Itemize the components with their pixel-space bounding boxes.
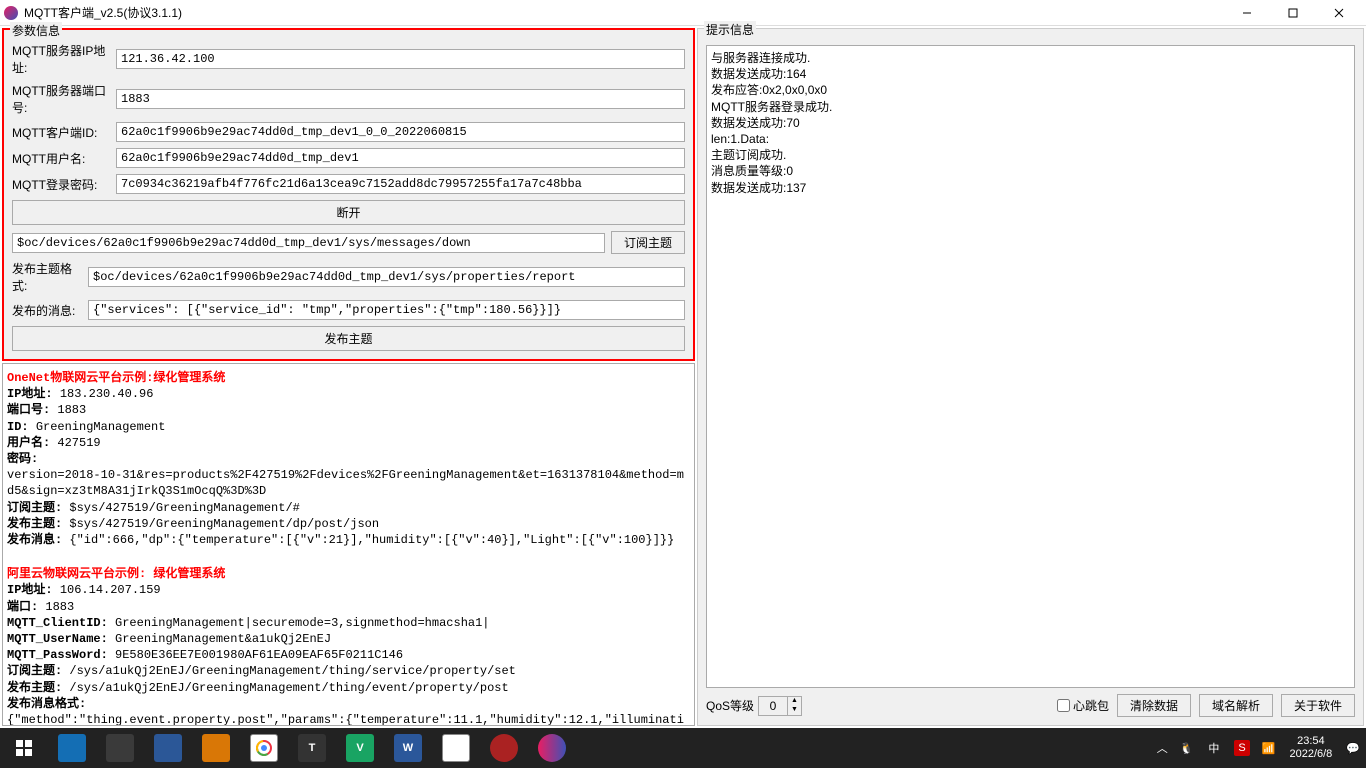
task-icon[interactable] bbox=[144, 728, 192, 768]
task-icon[interactable]: W bbox=[384, 728, 432, 768]
subscribe-button[interactable]: 订阅主题 bbox=[611, 231, 685, 254]
server-ip-input[interactable] bbox=[116, 49, 685, 69]
chevron-down-icon[interactable]: ▼ bbox=[787, 706, 801, 715]
hint-line: 发布应答:0x2,0x0,0x0 bbox=[711, 82, 1350, 98]
disconnect-button[interactable]: 断开 bbox=[12, 200, 685, 225]
examples-log[interactable]: OneNet物联网云平台示例:绿化管理系统 IP地址: 183.230.40.9… bbox=[2, 363, 695, 726]
server-port-label: MQTT服务器端口号: bbox=[12, 82, 110, 116]
minimize-button[interactable] bbox=[1224, 0, 1270, 26]
close-button[interactable] bbox=[1316, 0, 1362, 26]
dns-resolve-button[interactable]: 域名解析 bbox=[1199, 694, 1273, 717]
client-id-label: MQTT客户端ID: bbox=[12, 124, 110, 141]
task-icon[interactable] bbox=[432, 728, 480, 768]
hint-log[interactable]: 与服务器连接成功.数据发送成功:164发布应答:0x2,0x0,0x0MQTT服… bbox=[706, 45, 1355, 688]
hint-line: len:1.Data: bbox=[711, 131, 1350, 147]
publish-msg-label: 发布的消息: bbox=[12, 302, 82, 319]
tray-network-icon[interactable]: 📶 bbox=[1256, 728, 1282, 768]
tray-clock[interactable]: 23:54 2022/6/8 bbox=[1281, 735, 1340, 761]
subscribe-topic-input[interactable] bbox=[12, 233, 605, 253]
maximize-button[interactable] bbox=[1270, 0, 1316, 26]
publish-msg-input[interactable] bbox=[88, 300, 685, 320]
username-label: MQTT用户名: bbox=[12, 150, 110, 167]
about-button[interactable]: 关于软件 bbox=[1281, 694, 1355, 717]
taskbar: T V W ︿ 🐧 中 S 📶 23:54 2022/6/8 💬 bbox=[0, 728, 1366, 768]
username-input[interactable] bbox=[116, 148, 685, 168]
chevron-up-icon[interactable]: ▲ bbox=[787, 697, 801, 706]
tray-notifications-icon[interactable]: 💬 bbox=[1340, 728, 1366, 768]
qos-label: QoS等级 bbox=[706, 697, 754, 714]
task-icon[interactable] bbox=[96, 728, 144, 768]
hint-line: 数据发送成功:70 bbox=[711, 115, 1350, 131]
app-icon bbox=[4, 6, 18, 20]
hint-line: 与服务器连接成功. bbox=[711, 50, 1350, 66]
heartbeat-checkbox[interactable]: 心跳包 bbox=[1057, 697, 1109, 714]
parameters-group: 参数信息 MQTT服务器IP地址: MQTT服务器端口号: MQTT客户端ID:… bbox=[2, 28, 695, 361]
window-title: MQTT客户端_v2.5(协议3.1.1) bbox=[24, 4, 1224, 21]
hint-line: 消息质量等级:0 bbox=[711, 163, 1350, 179]
server-ip-label: MQTT服务器IP地址: bbox=[12, 42, 110, 76]
password-input[interactable] bbox=[116, 174, 685, 194]
server-port-input[interactable] bbox=[116, 89, 685, 109]
hint-line: 数据发送成功:164 bbox=[711, 66, 1350, 82]
titlebar: MQTT客户端_v2.5(协议3.1.1) bbox=[0, 0, 1366, 26]
task-icon[interactable]: V bbox=[336, 728, 384, 768]
onenet-title: OneNet物联网云平台示例:绿化管理系统 bbox=[7, 371, 225, 385]
task-icon[interactable] bbox=[48, 728, 96, 768]
hints-title: 提示信息 bbox=[704, 21, 756, 38]
task-icon[interactable] bbox=[480, 728, 528, 768]
tray-app-icon[interactable]: 🐧 bbox=[1174, 728, 1200, 768]
clear-data-button[interactable]: 清除数据 bbox=[1117, 694, 1191, 717]
publish-topic-input[interactable] bbox=[88, 267, 685, 287]
hint-line: 数据发送成功:137 bbox=[711, 180, 1350, 196]
task-icon[interactable] bbox=[240, 728, 288, 768]
parameters-title: 参数信息 bbox=[10, 22, 62, 39]
aliyun-title: 阿里云物联网云平台示例: 绿化管理系统 bbox=[7, 567, 225, 581]
hint-line: 主题订阅成功. bbox=[711, 147, 1350, 163]
task-icon[interactable]: T bbox=[288, 728, 336, 768]
tray-chevron-icon[interactable]: ︿ bbox=[1151, 728, 1174, 768]
publish-topic-label: 发布主题格式: bbox=[12, 260, 82, 294]
publish-button[interactable]: 发布主题 bbox=[12, 326, 685, 351]
hints-group: 提示信息 与服务器连接成功.数据发送成功:164发布应答:0x2,0x0,0x0… bbox=[697, 28, 1364, 726]
task-icon[interactable] bbox=[192, 728, 240, 768]
client-id-input[interactable] bbox=[116, 122, 685, 142]
tray-ime[interactable]: 中 bbox=[1199, 728, 1228, 768]
task-icon[interactable] bbox=[528, 728, 576, 768]
qos-spinner[interactable]: 0 ▲▼ bbox=[758, 696, 802, 716]
hint-line: MQTT服务器登录成功. bbox=[711, 99, 1350, 115]
tray-ime2[interactable]: S bbox=[1228, 728, 1255, 768]
start-button[interactable] bbox=[0, 728, 48, 768]
password-label: MQTT登录密码: bbox=[12, 176, 110, 193]
